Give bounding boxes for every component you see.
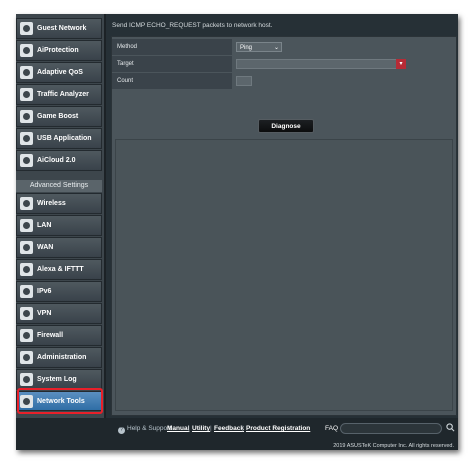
manual-link[interactable]: Manual [167, 425, 189, 432]
sidebar-item-label: IPv6 [37, 288, 52, 295]
sidebar-item-label: Network Tools [37, 397, 85, 405]
sidebar-item-label: VPN [37, 310, 52, 317]
target-row: Target ▾ [112, 56, 456, 72]
count-row: Count [112, 73, 456, 89]
main-content: Send ICMP ECHO_REQUEST packets to networ… [108, 14, 458, 418]
sidebar-item-label: Administration [37, 354, 87, 361]
adaptive-qos-icon [20, 66, 33, 79]
sidebar-item-label: Adaptive QoS [37, 69, 83, 76]
target-input[interactable] [236, 59, 406, 69]
chevron-down-icon: ▾ [399, 61, 403, 67]
router-admin-window: Guest Network AiProtection Adaptive QoS … [16, 14, 458, 450]
sidebar-item-label: AiProtection [37, 47, 79, 54]
method-value-cell: Ping ⌄ [232, 39, 456, 55]
sidebar-item-label: Guest Network [37, 25, 87, 32]
system-log-icon [20, 373, 33, 386]
sidebar-item-traffic-analyzer[interactable]: Traffic Analyzer [16, 84, 102, 105]
sidebar-item-label: WAN [37, 244, 54, 251]
aiprotection-icon [20, 44, 33, 57]
sidebar-item-label: Game Boost [37, 113, 79, 120]
diagnostic-output[interactable] [115, 139, 453, 411]
separator: | [242, 425, 244, 432]
sidebar-item-adaptive-qos[interactable]: Adaptive QoS [16, 62, 102, 83]
faq-search-input[interactable] [340, 423, 442, 434]
help-icon: ? [118, 427, 125, 434]
page-description: Send ICMP ECHO_REQUEST packets to networ… [112, 22, 273, 29]
feedback-link[interactable]: Feedback [214, 425, 244, 432]
sidebar-item-ipv6[interactable]: IPv6 [16, 281, 102, 302]
sidebar-item-vpn[interactable]: VPN [16, 303, 102, 324]
sidebar-item-guest-network[interactable]: Guest Network [16, 18, 102, 39]
sidebar-item-label: Alexa & IFTTT [37, 266, 84, 273]
target-value-cell: ▾ [232, 56, 456, 72]
sidebar-item-aiprotection[interactable]: AiProtection [16, 40, 102, 61]
sidebar-item-label: AiCloud 2.0 [37, 157, 76, 164]
sidebar-item-wireless[interactable]: Wireless [16, 193, 102, 214]
sidebar-item-game-boost[interactable]: Game Boost [16, 106, 102, 127]
copyright: 2019 ASUSTeK Computer Inc. All rights re… [333, 443, 454, 449]
separator: | [188, 425, 190, 432]
administration-icon [20, 351, 33, 364]
ipv6-icon [20, 285, 33, 298]
sidebar-item-firewall[interactable]: Firewall [16, 325, 102, 346]
count-label: Count [112, 73, 232, 89]
target-dropdown-button[interactable]: ▾ [396, 59, 406, 69]
sidebar-item-usb-application[interactable]: USB Application [16, 128, 102, 149]
diagnose-button[interactable]: Diagnose [258, 119, 314, 133]
product-registration-link[interactable]: Product Registration [246, 425, 310, 432]
method-label: Method [112, 39, 232, 55]
wireless-icon [20, 197, 33, 210]
advanced-settings-header: Advanced Settings [16, 180, 102, 192]
sidebar-item-system-log[interactable]: System Log [16, 369, 102, 390]
search-icon[interactable] [446, 423, 455, 432]
lan-icon [20, 219, 33, 232]
sidebar-item-aicloud[interactable]: AiCloud 2.0 [16, 150, 102, 171]
cloud-icon [20, 154, 33, 167]
traffic-analyzer-icon [20, 88, 33, 101]
network-tools-panel: Method Ping ⌄ Target ▾ Count Diagnose [111, 36, 457, 416]
footer: ? Help & Support Manual | Utility | Feedb… [16, 418, 458, 450]
alexa-icon [20, 263, 33, 276]
help-support: ? Help & Support [118, 425, 171, 434]
help-support-label: Help & Support [127, 425, 172, 432]
sidebar-item-label: Firewall [37, 332, 64, 339]
network-tools-icon [20, 394, 33, 408]
count-value-cell [232, 73, 456, 89]
method-select-value: Ping [240, 45, 253, 51]
target-label: Target [112, 56, 232, 72]
utility-link[interactable]: Utility [192, 425, 210, 432]
guest-network-icon [20, 22, 33, 35]
sidebar-item-label: LAN [37, 222, 52, 229]
sidebar: Guest Network AiProtection Adaptive QoS … [16, 14, 106, 418]
sidebar-item-network-tools[interactable]: Network Tools [16, 391, 102, 411]
sidebar-item-label: Wireless [37, 200, 66, 207]
sidebar-item-label: System Log [37, 376, 77, 383]
usb-icon [20, 132, 33, 145]
game-boost-icon [20, 110, 33, 123]
sidebar-item-wan[interactable]: WAN [16, 237, 102, 258]
vpn-icon [20, 307, 33, 320]
sidebar-item-administration[interactable]: Administration [16, 347, 102, 368]
firewall-icon [20, 329, 33, 342]
chevron-down-icon: ⌄ [273, 45, 279, 51]
method-select[interactable]: Ping ⌄ [236, 42, 282, 52]
separator: | [210, 425, 212, 432]
faq-label: FAQ [325, 425, 339, 432]
count-input[interactable] [236, 76, 252, 86]
method-row: Method Ping ⌄ [112, 39, 456, 55]
sidebar-item-alexa-ifttt[interactable]: Alexa & IFTTT [16, 259, 102, 280]
sidebar-item-lan[interactable]: LAN [16, 215, 102, 236]
sidebar-item-label: USB Application [37, 135, 92, 142]
wan-icon [20, 241, 33, 254]
sidebar-item-label: Traffic Analyzer [37, 91, 89, 98]
